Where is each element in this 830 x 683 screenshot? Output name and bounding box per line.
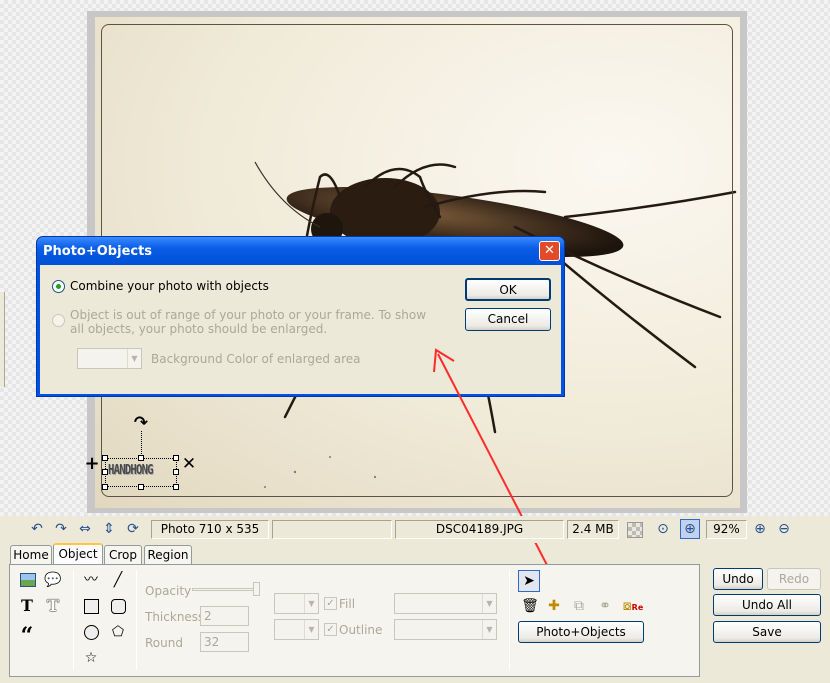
rounded-rectangle-icon[interactable] [109, 597, 127, 615]
outline-label: Outline [339, 623, 383, 637]
tab-home[interactable]: Home [10, 545, 52, 564]
photo-objects-dialog: Photo+Objects ✕ Combine your photo with … [36, 236, 565, 397]
tab-object[interactable]: Object [53, 543, 103, 565]
pentagon-icon[interactable]: ⬠ [109, 623, 127, 641]
undo-all-button[interactable]: Undo All [713, 594, 821, 616]
resize-handle[interactable] [138, 484, 144, 490]
star-icon[interactable]: ☆ [82, 649, 100, 667]
fill-label: Fill [339, 597, 356, 611]
delete-trash-icon[interactable]: 🗑 [521, 597, 539, 615]
select-pointer-icon[interactable]: ➤ [518, 570, 540, 592]
filename-status: DSC04189.JPG [395, 520, 564, 539]
background-color-dropdown: ▼ [77, 348, 142, 369]
opacity-label: Opacity [145, 584, 192, 598]
outline-color-dropdown: ▼ [394, 619, 497, 640]
resize-handle[interactable] [173, 455, 179, 461]
tab-crop[interactable]: Crop [104, 545, 142, 564]
ellipse-icon[interactable] [82, 623, 100, 641]
resize-handle[interactable] [102, 455, 108, 461]
move-handle-icon[interactable]: + [84, 455, 100, 473]
copy-object-icon[interactable]: ⧉ [570, 597, 588, 615]
status-empty [272, 520, 392, 539]
separator [73, 570, 74, 670]
add-object-icon[interactable]: ✚ [545, 597, 563, 615]
redo-button: Redo [767, 568, 821, 590]
zoom-level: 92% [706, 520, 747, 539]
file-size-status: 2.4 MB [567, 520, 619, 539]
resize-handle[interactable] [102, 484, 108, 490]
group-object-icon[interactable]: ⚭ [596, 597, 614, 615]
zoom-fit-icon[interactable]: ⊙ [655, 521, 671, 537]
freehand-icon[interactable]: 〰 [82, 571, 100, 589]
fill-checkbox: ✓ [324, 597, 337, 610]
resize-handle[interactable] [102, 469, 108, 475]
zoom-in-icon[interactable]: ⊕ [752, 521, 768, 537]
rectangle-icon[interactable] [82, 597, 100, 615]
image-object-icon[interactable] [18, 571, 36, 589]
flip-horizontal-icon[interactable]: ⇔ [77, 521, 93, 537]
opacity-slider [192, 588, 258, 591]
thickness-stepper: 2 [200, 606, 249, 626]
text-object[interactable]: HANDHONG [108, 463, 164, 483]
cancel-button[interactable]: Cancel [465, 308, 551, 331]
round-stepper: 32 [200, 632, 249, 652]
rotate-handle-icon[interactable]: ↷ [131, 414, 151, 432]
flip-vertical-icon[interactable]: ⇕ [101, 521, 117, 537]
line-icon[interactable]: ╱ [109, 571, 127, 589]
fill-color-dropdown: ▼ [394, 593, 497, 614]
panel-splitter[interactable] [0, 292, 5, 387]
speech-bubble-icon[interactable]: 💬 [44, 571, 62, 589]
dialog-titlebar[interactable]: Photo+Objects ✕ [37, 237, 564, 265]
rotate-left-icon[interactable]: ↶ [29, 521, 45, 537]
outline-style-dropdown: ▼ [274, 619, 319, 640]
text-outline-icon[interactable]: T [44, 597, 62, 615]
dialog-body: Combine your photo with objects Object i… [40, 265, 561, 394]
text-icon[interactable]: T [18, 597, 36, 615]
photo-objects-button[interactable]: Photo+Objects [518, 621, 644, 643]
enlarge-label: Object is out of range of your photo or … [70, 308, 427, 336]
chevron-down-icon: ▼ [127, 349, 141, 368]
enlarge-radio [52, 314, 65, 327]
chevron-down-icon: ▼ [482, 594, 496, 613]
free-rotate-icon[interactable]: ⟳ [125, 521, 141, 537]
quote-icon[interactable]: “ [18, 623, 36, 649]
zoom-out-icon[interactable]: ⊖ [776, 521, 792, 537]
zoom-actual-icon[interactable]: ⊕ [680, 519, 700, 539]
ok-button[interactable]: OK [465, 278, 551, 301]
reset-object-icon[interactable]: ⧇Re [622, 597, 644, 615]
round-label: Round [145, 636, 183, 650]
save-button[interactable]: Save [713, 621, 821, 643]
separator [509, 570, 510, 670]
chevron-down-icon: ▼ [482, 620, 496, 639]
photo-size-status: Photo 710 x 535 [151, 520, 269, 539]
undo-button[interactable]: Undo [713, 568, 763, 590]
chevron-down-icon: ▼ [304, 620, 318, 639]
opacity-slider-thumb [253, 582, 260, 596]
thickness-label: Thickness [145, 610, 205, 624]
rotate-right-icon[interactable]: ↷ [53, 521, 69, 537]
tab-region[interactable]: Region [144, 545, 192, 564]
delete-object-icon[interactable]: ✕ [181, 455, 197, 473]
separator [136, 570, 137, 670]
re-badge: Re [631, 603, 644, 612]
fill-style-dropdown: ▼ [274, 593, 319, 614]
resize-handle[interactable] [173, 484, 179, 490]
chevron-down-icon: ▼ [304, 594, 318, 613]
background-color-label: Background Color of enlarged area [151, 352, 361, 366]
resize-handle[interactable] [138, 455, 144, 461]
dialog-title: Photo+Objects [43, 244, 153, 259]
combine-label[interactable]: Combine your photo with objects [70, 279, 269, 293]
close-icon[interactable]: ✕ [539, 241, 560, 261]
transparency-icon[interactable] [627, 522, 643, 538]
combine-radio[interactable] [52, 280, 65, 293]
outline-checkbox: ✓ [324, 623, 337, 636]
resize-handle[interactable] [173, 469, 179, 475]
rotate-handle-line [141, 431, 142, 458]
